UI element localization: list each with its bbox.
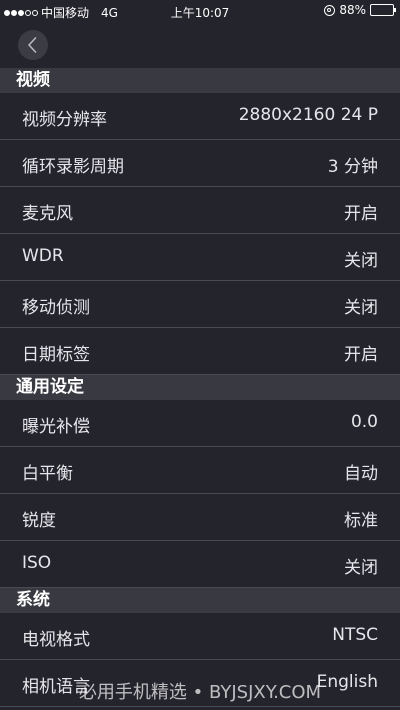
battery-icon (370, 4, 396, 16)
setting-value: 开启 (344, 345, 378, 365)
setting-row-sharpness[interactable]: 锐度 标准 (0, 494, 400, 541)
setting-label: 电视格式 (22, 630, 90, 650)
setting-row-microphone[interactable]: 麦克风 开启 (0, 187, 400, 234)
setting-label: 循环录影周期 (22, 157, 124, 177)
setting-row-motion-detection[interactable]: 移动侦测 关闭 (0, 281, 400, 328)
setting-label: 麦克风 (22, 204, 73, 224)
chevron-left-icon (28, 37, 37, 53)
setting-row-iso[interactable]: ISO 关闭 (0, 541, 400, 588)
setting-value: 标准 (344, 511, 378, 531)
section-header-video: 视频 (0, 68, 400, 93)
setting-row-loop-recording[interactable]: 循环录影周期 3 分钟 (0, 140, 400, 187)
setting-label: 白平衡 (22, 464, 73, 484)
setting-value: 开启 (344, 204, 378, 224)
setting-label: 曝光补偿 (22, 417, 90, 437)
setting-row-white-balance[interactable]: 白平衡 自动 (0, 447, 400, 494)
setting-value: 关闭 (344, 251, 378, 271)
setting-value: 自动 (344, 464, 378, 484)
settings-screen: 中国移动 4G 上午10:07 88% 视频 视频分辨率 2880x2160 2… (0, 0, 400, 710)
setting-label: 视频分辨率 (22, 110, 107, 130)
battery-percent: 88% (339, 3, 366, 17)
setting-label: WDR (22, 246, 64, 266)
setting-row-exposure[interactable]: 曝光补偿 0.0 (0, 400, 400, 447)
setting-row-wdr[interactable]: WDR 关闭 (0, 234, 400, 281)
settings-list: 视频 视频分辨率 2880x2160 24 P 循环录影周期 3 分钟 麦克风 … (0, 68, 400, 707)
setting-label: 移动侦测 (22, 298, 90, 318)
setting-value: 3 分钟 (327, 157, 378, 177)
setting-label: 锐度 (22, 511, 56, 531)
status-bar: 中国移动 4G 上午10:07 88% (0, 0, 400, 22)
setting-row-tv-format[interactable]: 电视格式 NTSC (0, 613, 400, 660)
orientation-lock-icon (324, 4, 336, 16)
setting-row-video-resolution[interactable]: 视频分辨率 2880x2160 24 P (0, 93, 400, 140)
back-button[interactable] (18, 30, 48, 60)
setting-label: 日期标签 (22, 345, 90, 365)
section-header-system: 系统 (0, 588, 400, 613)
setting-row-date-stamp[interactable]: 日期标签 开启 (0, 328, 400, 375)
status-right: 88% (324, 3, 396, 17)
setting-value: 2880x2160 24 P (238, 105, 378, 125)
setting-value: 0.0 (350, 412, 378, 432)
setting-value: NTSC (332, 625, 378, 645)
setting-value: 关闭 (344, 298, 378, 318)
setting-label: ISO (22, 553, 52, 573)
setting-value: 关闭 (344, 558, 378, 578)
section-header-general: 通用设定 (0, 375, 400, 400)
watermark: 必用手机精选 • BYJSJXY.COM (78, 682, 322, 703)
